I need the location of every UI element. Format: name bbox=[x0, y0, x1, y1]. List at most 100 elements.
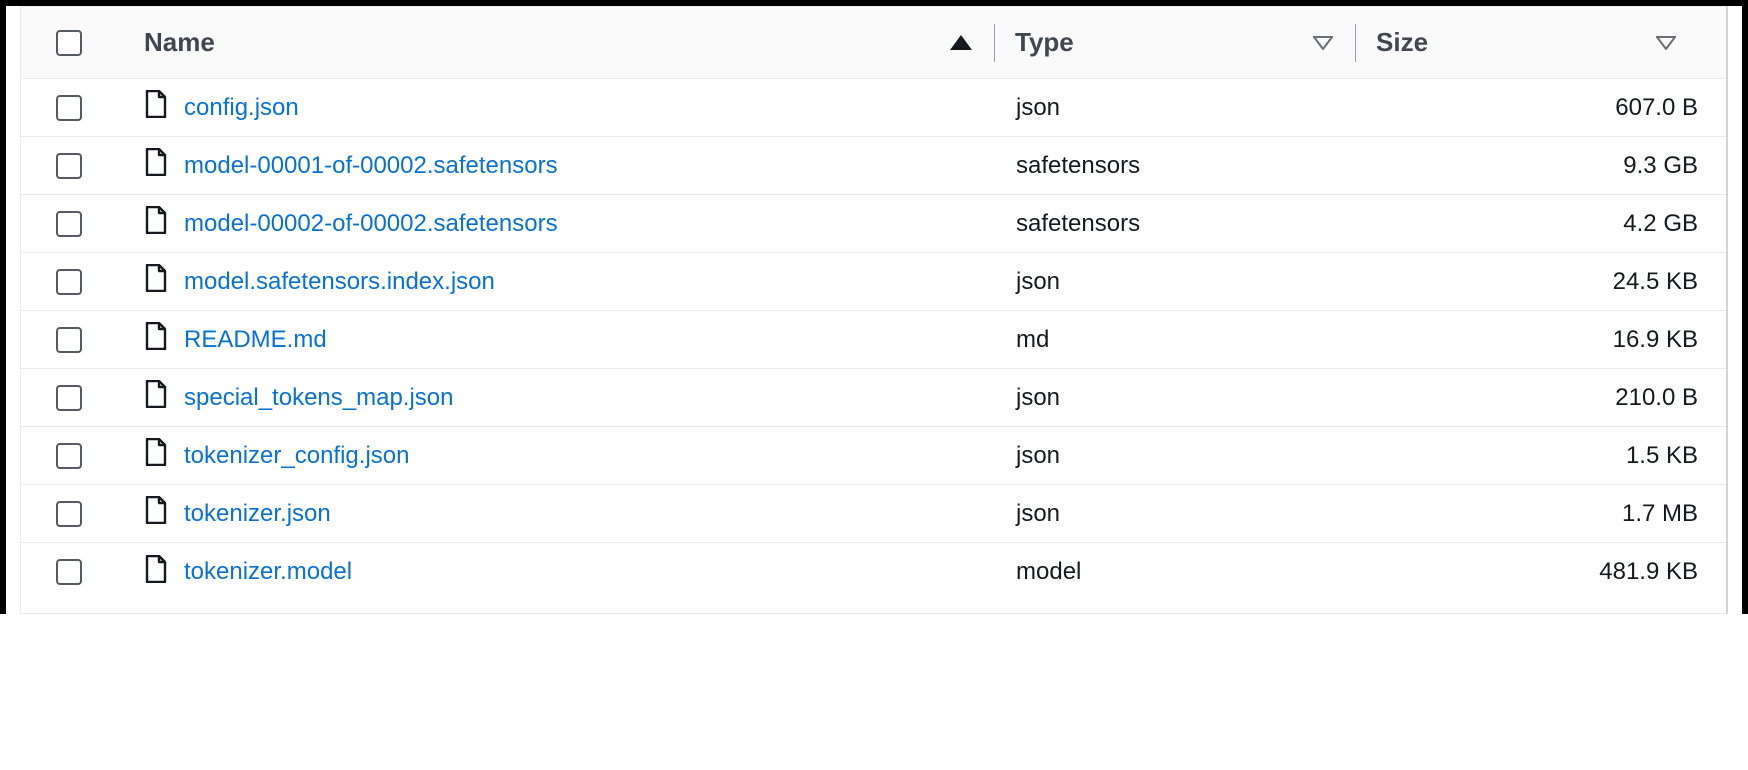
col-header-type-label: Type bbox=[1015, 27, 1074, 58]
row-name-cell: README.md bbox=[116, 322, 996, 357]
row-type-cell: md bbox=[996, 326, 1356, 354]
table-row: special_tokens_map.json json 210.0 B bbox=[21, 369, 1726, 427]
select-all-checkbox[interactable] bbox=[56, 30, 82, 56]
file-type: safetensors bbox=[1016, 210, 1140, 238]
file-name-link[interactable]: tokenizer.model bbox=[184, 558, 352, 586]
file-icon bbox=[144, 322, 168, 357]
object-listing-panel: Name Type Size config.json json 607.0 B mod… bbox=[0, 0, 1748, 614]
file-icon bbox=[144, 438, 168, 473]
row-select-cell bbox=[21, 153, 116, 179]
row-name-cell: tokenizer.model bbox=[116, 555, 996, 590]
col-header-name[interactable]: Name bbox=[116, 7, 994, 78]
col-header-type[interactable]: Type bbox=[995, 7, 1355, 78]
col-header-name-label: Name bbox=[144, 27, 215, 58]
row-select-cell bbox=[21, 501, 116, 527]
file-size: 1.7 MB bbox=[1376, 500, 1698, 528]
row-type-cell: json bbox=[996, 442, 1356, 470]
row-type-cell: safetensors bbox=[996, 152, 1356, 180]
file-name-link[interactable]: config.json bbox=[184, 94, 299, 122]
table-row: config.json json 607.0 B bbox=[21, 79, 1726, 137]
sort-asc-icon bbox=[950, 35, 972, 50]
file-type: model bbox=[1016, 558, 1081, 586]
table-row: README.md md 16.9 KB bbox=[21, 311, 1726, 369]
file-type: md bbox=[1016, 326, 1049, 354]
row-name-cell: tokenizer_config.json bbox=[116, 438, 996, 473]
file-size: 1.5 KB bbox=[1376, 442, 1698, 470]
row-type-cell: model bbox=[996, 558, 1356, 586]
file-size: 607.0 B bbox=[1376, 94, 1698, 122]
row-type-cell: json bbox=[996, 94, 1356, 122]
file-icon bbox=[144, 206, 168, 241]
row-size-cell: 4.2 GB bbox=[1356, 210, 1726, 238]
row-checkbox[interactable] bbox=[56, 95, 82, 121]
row-select-cell bbox=[21, 385, 116, 411]
row-select-cell bbox=[21, 95, 116, 121]
table-body: config.json json 607.0 B model-00001-of-000… bbox=[21, 79, 1726, 613]
row-select-cell bbox=[21, 559, 116, 585]
file-size: 9.3 GB bbox=[1376, 152, 1698, 180]
row-size-cell: 9.3 GB bbox=[1356, 152, 1726, 180]
row-type-cell: safetensors bbox=[996, 210, 1356, 238]
table-header-row: Name Type Size bbox=[21, 7, 1726, 79]
row-select-cell bbox=[21, 443, 116, 469]
row-size-cell: 1.7 MB bbox=[1356, 500, 1726, 528]
file-size: 16.9 KB bbox=[1376, 326, 1698, 354]
file-type: json bbox=[1016, 268, 1060, 296]
row-select-cell bbox=[21, 211, 116, 237]
sort-none-icon bbox=[1313, 36, 1333, 50]
row-checkbox[interactable] bbox=[56, 211, 82, 237]
row-checkbox[interactable] bbox=[56, 153, 82, 179]
row-name-cell: model.safetensors.index.json bbox=[116, 264, 996, 299]
file-size: 4.2 GB bbox=[1376, 210, 1698, 238]
file-icon bbox=[144, 90, 168, 125]
table-row: model-00001-of-00002.safetensors safetens… bbox=[21, 137, 1726, 195]
row-size-cell: 1.5 KB bbox=[1356, 442, 1726, 470]
table-row: model.safetensors.index.json json 24.5 KB bbox=[21, 253, 1726, 311]
row-checkbox[interactable] bbox=[56, 501, 82, 527]
row-size-cell: 607.0 B bbox=[1356, 94, 1726, 122]
file-icon bbox=[144, 496, 168, 531]
table-row: tokenizer.json json 1.7 MB bbox=[21, 485, 1726, 543]
file-name-link[interactable]: tokenizer.json bbox=[184, 500, 331, 528]
row-checkbox[interactable] bbox=[56, 269, 82, 295]
file-name-link[interactable]: model.safetensors.index.json bbox=[184, 268, 495, 296]
file-icon bbox=[144, 555, 168, 590]
row-type-cell: json bbox=[996, 268, 1356, 296]
file-size: 210.0 B bbox=[1376, 384, 1698, 412]
table-row: model-00002-of-00002.safetensors safetens… bbox=[21, 195, 1726, 253]
row-size-cell: 16.9 KB bbox=[1356, 326, 1726, 354]
row-checkbox[interactable] bbox=[56, 559, 82, 585]
file-icon bbox=[144, 148, 168, 183]
row-size-cell: 210.0 B bbox=[1356, 384, 1726, 412]
row-type-cell: json bbox=[996, 384, 1356, 412]
file-name-link[interactable]: special_tokens_map.json bbox=[184, 384, 454, 412]
row-select-cell bbox=[21, 269, 116, 295]
row-checkbox[interactable] bbox=[56, 327, 82, 353]
row-select-cell bbox=[21, 327, 116, 353]
row-name-cell: special_tokens_map.json bbox=[116, 380, 996, 415]
file-name-link[interactable]: README.md bbox=[184, 326, 327, 354]
row-checkbox[interactable] bbox=[56, 443, 82, 469]
row-name-cell: model-00001-of-00002.safetensors bbox=[116, 148, 996, 183]
table-row: tokenizer.model model 481.9 KB bbox=[21, 543, 1726, 601]
file-size: 24.5 KB bbox=[1376, 268, 1698, 296]
file-icon bbox=[144, 380, 168, 415]
file-type: safetensors bbox=[1016, 152, 1140, 180]
row-size-cell: 24.5 KB bbox=[1356, 268, 1726, 296]
table-row: tokenizer_config.json json 1.5 KB bbox=[21, 427, 1726, 485]
col-header-select bbox=[21, 7, 116, 78]
file-size: 481.9 KB bbox=[1376, 558, 1698, 586]
row-name-cell: config.json bbox=[116, 90, 996, 125]
file-name-link[interactable]: model-00001-of-00002.safetensors bbox=[184, 152, 558, 180]
row-type-cell: json bbox=[996, 500, 1356, 528]
file-name-link[interactable]: tokenizer_config.json bbox=[184, 442, 409, 470]
file-name-link[interactable]: model-00002-of-00002.safetensors bbox=[184, 210, 558, 238]
row-name-cell: model-00002-of-00002.safetensors bbox=[116, 206, 996, 241]
file-icon bbox=[144, 264, 168, 299]
file-type: json bbox=[1016, 500, 1060, 528]
row-checkbox[interactable] bbox=[56, 385, 82, 411]
file-type: json bbox=[1016, 384, 1060, 412]
file-type: json bbox=[1016, 94, 1060, 122]
col-header-size[interactable]: Size bbox=[1356, 7, 1726, 78]
row-size-cell: 481.9 KB bbox=[1356, 558, 1726, 586]
